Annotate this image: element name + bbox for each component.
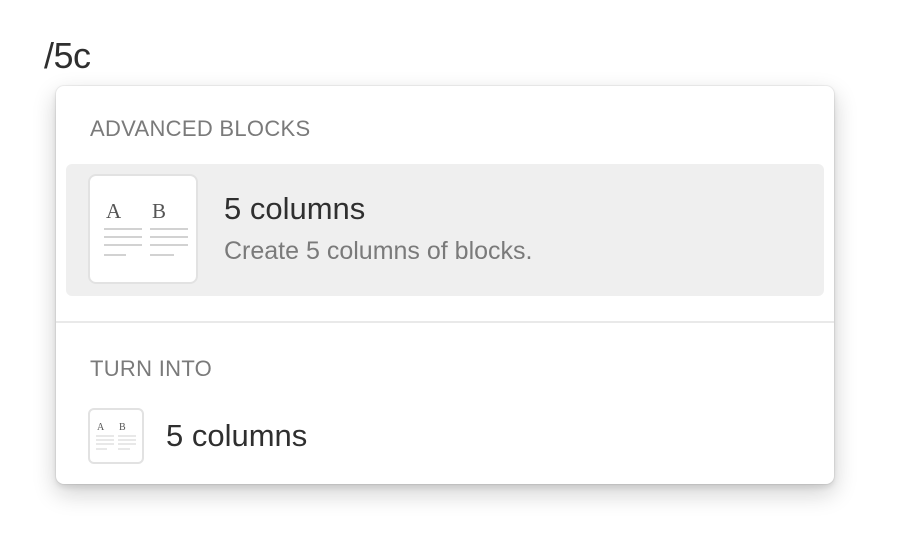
section-label-advanced-blocks: ADVANCED BLOCKS	[90, 116, 311, 141]
thumb-letter-a: A	[106, 199, 122, 223]
menu-item-description: Create 5 columns of blocks.	[224, 237, 533, 265]
slash-command-menu: ADVANCED BLOCKS A B 5 columns Create 5 c…	[56, 86, 834, 484]
menu-item-5-columns[interactable]: A B 5 columns Create 5 columns of blocks…	[66, 164, 824, 296]
thumb-letter-a: A	[97, 422, 105, 433]
section-label-turn-into: TURN INTO	[90, 356, 213, 381]
section-divider	[56, 321, 834, 323]
turn-into-item-title: 5 columns	[166, 418, 308, 453]
thumb-letter-b: B	[152, 199, 166, 223]
command-input-text[interactable]: /5c	[44, 36, 91, 76]
menu-item-title: 5 columns	[224, 191, 366, 226]
columns-icon: A B	[88, 408, 144, 464]
columns-icon: A B	[88, 174, 198, 284]
thumb-letter-b: B	[119, 422, 126, 433]
turn-into-item-5-columns[interactable]: A B 5 columns	[66, 396, 824, 472]
